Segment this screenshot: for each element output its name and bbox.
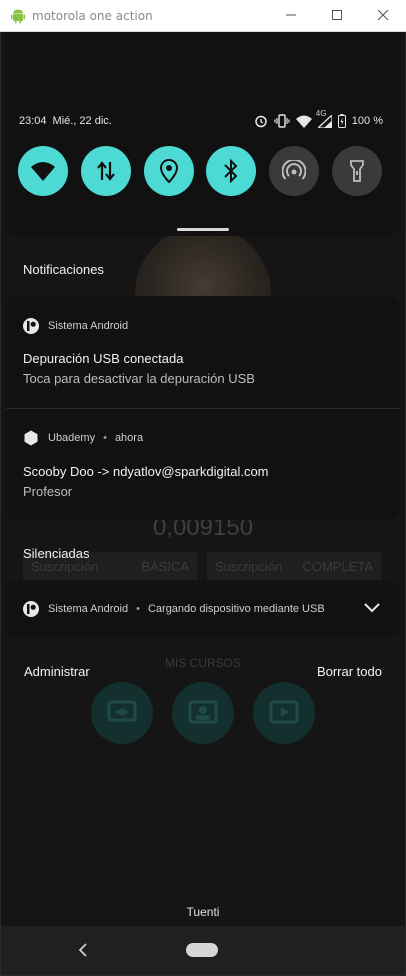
course-teacher-icon [188,700,218,724]
notifications-heading: Notificaciones [23,262,104,277]
android-system-icon [23,601,39,617]
navigation-bar [1,926,405,975]
phone-screen: 0,009150 Suscripción BÁSICA Suscripción … [1,32,405,975]
notification-text: Toca para desactivar la depuración USB [23,371,255,386]
course-teacher-button [172,682,234,744]
notification-app-name: Ubademy [48,432,96,444]
qs-bluetooth-toggle[interactable] [206,146,257,196]
android-system-icon [23,318,39,334]
notification-app-name: Sistema Android [48,320,129,332]
status-date: Mié., 22 dic. [52,115,112,127]
battery-percent: 100 % [351,115,383,127]
location-pin-icon [159,159,178,183]
quick-settings-panel [5,32,401,236]
qs-hotspot-toggle[interactable] [269,146,320,196]
qs-mobile-data-toggle[interactable] [80,146,131,196]
minimize-icon [286,14,296,16]
subscription-complete-card: Suscripción COMPLETA [207,552,381,580]
window-title: motorola one action [32,8,153,23]
shade-drag-handle[interactable] [177,228,229,231]
notification-usb-debugging[interactable]: Sistema Android Depuración USB conectada… [6,296,400,408]
android-icon [11,9,25,23]
notification-group: Sistema Android Depuración USB conectada… [6,296,400,520]
alarm-icon [255,115,267,128]
back-icon [78,943,87,957]
status-time: 23:04 [19,115,47,127]
vibrate-icon [274,114,290,128]
clear-all-button[interactable]: Borrar todo [317,664,382,679]
wifi-icon [31,162,55,181]
course-play-button [253,682,315,744]
minimize-button[interactable] [268,0,314,30]
battery-icon [337,114,346,128]
close-icon [377,9,389,21]
notification-title: Scooby Doo -> ndyatlov@sparkdigital.com [23,464,269,479]
notification-app-name: Sistema Android [48,603,129,615]
chevron-down-icon[interactable] [364,603,380,613]
notification-text: Profesor [23,484,73,499]
quick-settings-row [18,146,382,196]
notification-time: ahora [114,432,144,444]
notification-silenced-charging[interactable]: Sistema Android • Cargando dispositivo m… [6,581,400,637]
back-button[interactable] [73,940,93,960]
data-arrows-icon [96,161,115,181]
silenced-heading: Silenciadas [23,546,90,561]
network-type: 4G [315,108,327,118]
subscription-tier: COMPLETA [302,558,373,574]
maximize-button[interactable] [314,0,360,30]
carrier-label: Tuenti [186,905,220,919]
notification-title: Depuración USB conectada [23,351,184,366]
notification-text: Cargando dispositivo mediante USB [147,603,325,615]
qs-flashlight-toggle[interactable] [331,146,382,196]
wifi-icon [295,115,312,128]
home-pill[interactable] [186,943,218,957]
hexagon-app-icon [24,430,38,446]
maximize-icon [332,10,342,20]
hotspot-icon [282,160,307,180]
status-bar: 23:04 Mié., 22 dic. 4G 100 % [19,108,383,130]
bluetooth-icon [224,159,238,183]
subscription-tier: BÁSICA [141,558,189,574]
qs-wifi-toggle[interactable] [18,146,68,196]
course-cast-icon [107,700,137,722]
subscription-label: Suscripción [215,558,283,574]
qs-location-toggle[interactable] [143,146,194,196]
course-cast-button [91,682,153,744]
course-play-icon [269,700,299,724]
manage-button[interactable]: Administrar [24,664,90,679]
close-button[interactable] [360,0,406,30]
flashlight-icon [350,160,364,182]
notification-ubademy[interactable]: Ubademy • ahora Scooby Doo -> ndyatlov@s… [6,409,400,520]
window-title-bar: motorola one action [0,0,406,32]
